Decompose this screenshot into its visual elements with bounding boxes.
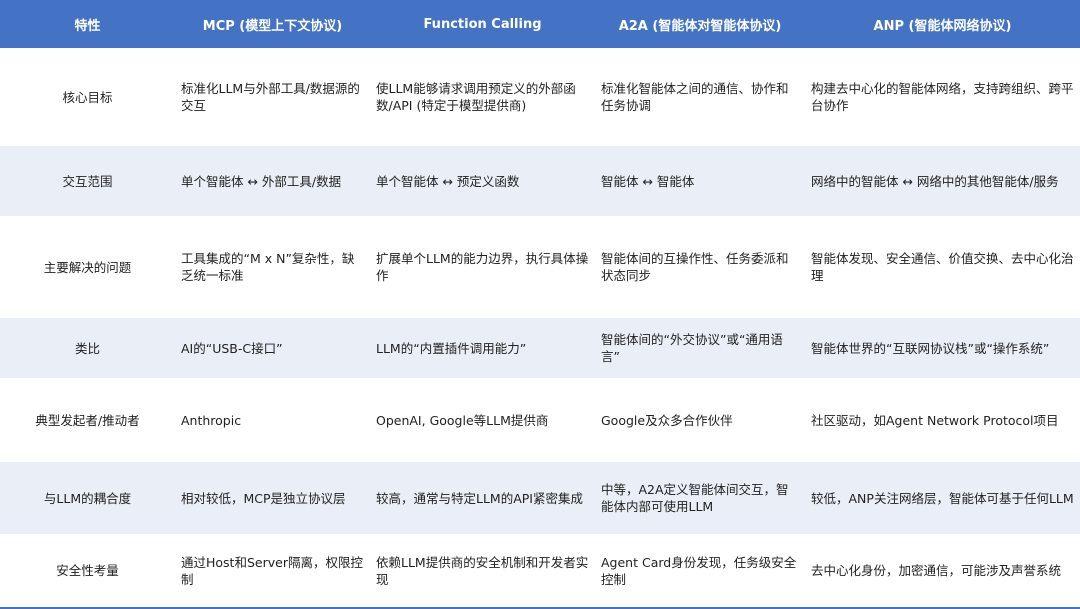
feature-cell: 与LLM的耦合度 xyxy=(0,462,175,534)
mcp-cell: 标准化LLM与外部工具/数据源的交互 xyxy=(175,48,370,146)
mcp-cell: 通过Host和Server隔离，权限控制 xyxy=(175,534,370,609)
mcp-cell: AI的“USB-C接口” xyxy=(175,318,370,378)
table-row: 与LLM的耦合度 相对较低，MCP是独立协议层 较高，通常与特定LLM的API紧… xyxy=(0,462,1080,534)
function-calling-cell: 依赖LLM提供商的安全机制和开发者实现 xyxy=(370,534,595,609)
anp-cell: 社区驱动，如Agent Network Protocol项目 xyxy=(805,378,1080,462)
table-row: 典型发起者/推动者 Anthropic OpenAI, Google等LLM提供… xyxy=(0,378,1080,462)
a2a-cell: 标准化智能体之间的通信、协作和任务协调 xyxy=(595,48,805,146)
header-anp: ANP (智能体网络协议) xyxy=(805,0,1080,48)
function-calling-cell: LLM的“内置插件调用能力” xyxy=(370,318,595,378)
header-mcp: MCP (模型上下文协议) xyxy=(175,0,370,48)
header-function-calling: Function Calling xyxy=(370,0,595,48)
table-row: 主要解决的问题 工具集成的“M x N”复杂性，缺乏统一标准 扩展单个LLM的能… xyxy=(0,216,1080,318)
anp-cell: 较低，ANP关注网络层，智能体可基于任何LLM xyxy=(805,462,1080,534)
feature-cell: 交互范围 xyxy=(0,146,175,216)
feature-cell: 类比 xyxy=(0,318,175,378)
feature-cell: 主要解决的问题 xyxy=(0,216,175,318)
anp-cell: 智能体世界的“互联网协议栈”或“操作系统” xyxy=(805,318,1080,378)
protocol-comparison-table: 特性 MCP (模型上下文协议) Function Calling A2A (智… xyxy=(0,0,1080,609)
function-calling-cell: OpenAI, Google等LLM提供商 xyxy=(370,378,595,462)
feature-cell: 核心目标 xyxy=(0,48,175,146)
mcp-cell: Anthropic xyxy=(175,378,370,462)
a2a-cell: 智能体间的互操作性、任务委派和状态同步 xyxy=(595,216,805,318)
a2a-cell: 智能体间的“外交协议”或“通用语言” xyxy=(595,318,805,378)
a2a-cell: 智能体 ↔ 智能体 xyxy=(595,146,805,216)
header-feature: 特性 xyxy=(0,0,175,48)
a2a-cell: 中等，A2A定义智能体间交互，智能体内部可使用LLM xyxy=(595,462,805,534)
mcp-cell: 工具集成的“M x N”复杂性，缺乏统一标准 xyxy=(175,216,370,318)
feature-cell: 安全性考量 xyxy=(0,534,175,609)
header-row: 特性 MCP (模型上下文协议) Function Calling A2A (智… xyxy=(0,0,1080,48)
function-calling-cell: 使LLM能够请求调用预定义的外部函数/API (特定于模型提供商) xyxy=(370,48,595,146)
a2a-cell: Google及众多合作伙伴 xyxy=(595,378,805,462)
anp-cell: 去中心化身份，加密通信，可能涉及声誉系统 xyxy=(805,534,1080,609)
function-calling-cell: 扩展单个LLM的能力边界，执行具体操作 xyxy=(370,216,595,318)
function-calling-cell: 较高，通常与特定LLM的API紧密集成 xyxy=(370,462,595,534)
table-row: 核心目标 标准化LLM与外部工具/数据源的交互 使LLM能够请求调用预定义的外部… xyxy=(0,48,1080,146)
header-a2a: A2A (智能体对智能体协议) xyxy=(595,0,805,48)
a2a-cell: Agent Card身份发现，任务级安全控制 xyxy=(595,534,805,609)
anp-cell: 智能体发现、安全通信、价值交换、去中心化治理 xyxy=(805,216,1080,318)
mcp-cell: 单个智能体 ↔ 外部工具/数据 xyxy=(175,146,370,216)
function-calling-cell: 单个智能体 ↔ 预定义函数 xyxy=(370,146,595,216)
mcp-cell: 相对较低，MCP是独立协议层 xyxy=(175,462,370,534)
table-row: 交互范围 单个智能体 ↔ 外部工具/数据 单个智能体 ↔ 预定义函数 智能体 ↔… xyxy=(0,146,1080,216)
feature-cell: 典型发起者/推动者 xyxy=(0,378,175,462)
anp-cell: 网络中的智能体 ↔ 网络中的其他智能体/服务 xyxy=(805,146,1080,216)
table-row: 安全性考量 通过Host和Server隔离，权限控制 依赖LLM提供商的安全机制… xyxy=(0,534,1080,609)
table-row: 类比 AI的“USB-C接口” LLM的“内置插件调用能力” 智能体间的“外交协… xyxy=(0,318,1080,378)
anp-cell: 构建去中心化的智能体网络，支持跨组织、跨平台协作 xyxy=(805,48,1080,146)
